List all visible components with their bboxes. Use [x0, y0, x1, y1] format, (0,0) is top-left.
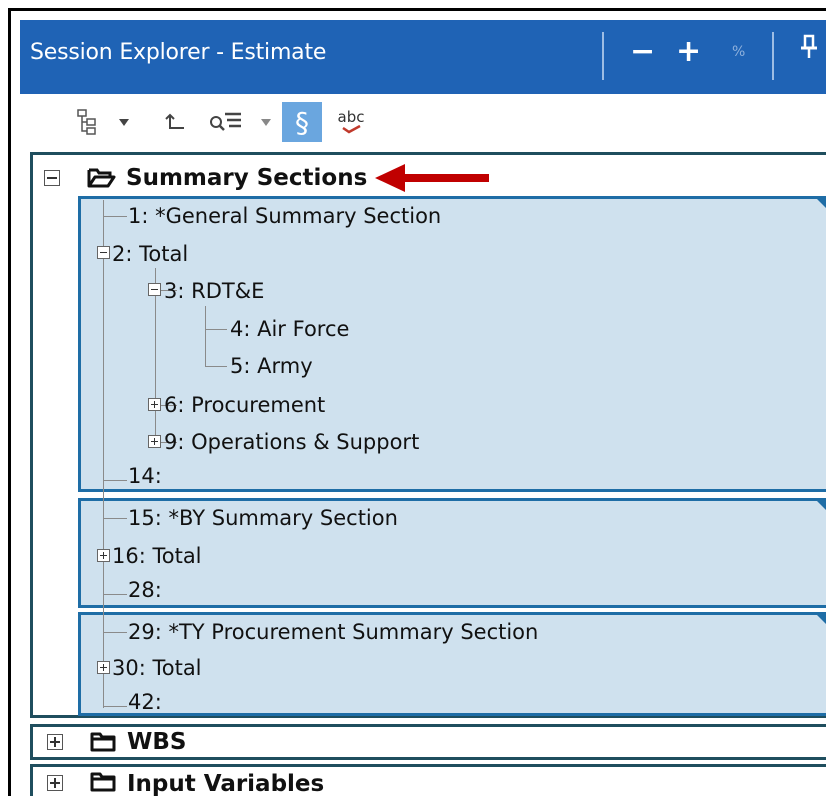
- expand-wbs-icon[interactable]: [47, 734, 63, 750]
- tree-line: [103, 216, 127, 217]
- collapse-all-button[interactable]: −: [630, 32, 655, 72]
- tree-structure-button[interactable]: [70, 102, 104, 142]
- toolbar: § abc: [20, 94, 826, 150]
- tree-line: [103, 480, 127, 481]
- outdent-button[interactable]: [160, 102, 190, 142]
- open-folder-icon: [87, 168, 116, 188]
- tree-row[interactable]: 3: RDT&E: [164, 273, 264, 309]
- summary-sections-header[interactable]: Summary Sections: [44, 160, 367, 196]
- spell-check-button[interactable]: abc: [326, 102, 376, 142]
- tree-row[interactable]: 30: Total: [112, 650, 202, 686]
- pin-button[interactable]: [800, 32, 818, 72]
- tree-row[interactable]: 1: *General Summary Section: [128, 198, 441, 234]
- tree-row[interactable]: 28:: [128, 576, 162, 604]
- expand-node-icon[interactable]: [97, 549, 110, 562]
- pin-icon: [801, 34, 817, 58]
- tree-line: [103, 518, 127, 519]
- tree-row[interactable]: 6: Procurement: [164, 387, 325, 423]
- dropdown-arrow-icon: [119, 119, 129, 126]
- dropdown-arrow-icon: [261, 119, 271, 126]
- collapse-summary-icon[interactable]: [44, 170, 60, 186]
- tree-row[interactable]: 5: Army: [230, 348, 313, 384]
- tree-row[interactable]: 14:: [128, 462, 162, 490]
- summary-sections-label: Summary Sections: [126, 165, 368, 191]
- tree-row[interactable]: 9: Operations & Support: [164, 424, 419, 460]
- folder-icon: [90, 732, 116, 752]
- input-variables-label: Input Variables: [127, 771, 325, 796]
- expand-node-icon[interactable]: [148, 435, 161, 448]
- tree-line: [103, 594, 127, 595]
- sort-dropdown[interactable]: [254, 102, 278, 142]
- expand-all-button[interactable]: +: [676, 32, 701, 72]
- tree-row[interactable]: 2: Total: [112, 236, 188, 272]
- collapse-node-icon[interactable]: [97, 246, 110, 259]
- indent-left-icon: [165, 113, 184, 129]
- folder-icon: [90, 772, 116, 792]
- tree-row[interactable]: 4: Air Force: [230, 311, 349, 347]
- tree-line: [103, 632, 127, 633]
- red-arrow-icon: [375, 164, 489, 192]
- structure-dropdown[interactable]: [112, 102, 136, 142]
- title-separator: [602, 32, 604, 80]
- expand-node-icon[interactable]: [148, 398, 161, 411]
- tree-line: [205, 329, 227, 330]
- percent-button[interactable]: %: [732, 44, 745, 60]
- window-title: Session Explorer - Estimate: [30, 40, 327, 65]
- tree-line: [205, 306, 206, 366]
- input-variables-section-header[interactable]: Input Variables: [30, 764, 826, 796]
- wbs-label: WBS: [127, 729, 187, 755]
- sort-button[interactable]: [206, 102, 248, 142]
- tree-row[interactable]: 42:: [128, 690, 162, 712]
- expand-node-icon[interactable]: [97, 661, 110, 674]
- title-separator: [772, 32, 774, 80]
- collapse-node-icon[interactable]: [148, 283, 161, 296]
- tree-structure-icon: [77, 109, 96, 135]
- wbs-section-header[interactable]: WBS: [30, 724, 826, 760]
- tree-row[interactable]: 15: *BY Summary Section: [128, 500, 398, 536]
- section-button[interactable]: §: [282, 102, 322, 142]
- section-icon: §: [295, 105, 309, 139]
- title-bar: Session Explorer - Estimate − + %: [20, 20, 826, 94]
- tree-line: [103, 706, 127, 707]
- sort-list-icon: [210, 112, 241, 131]
- tree-line: [205, 366, 227, 367]
- spell-check-icon: abc: [337, 108, 365, 126]
- tree-row[interactable]: 29: *TY Procurement Summary Section: [128, 614, 538, 650]
- tree-row[interactable]: 16: Total: [112, 538, 202, 574]
- expand-input-variables-icon[interactable]: [47, 775, 63, 791]
- check-mark-icon: [342, 124, 361, 134]
